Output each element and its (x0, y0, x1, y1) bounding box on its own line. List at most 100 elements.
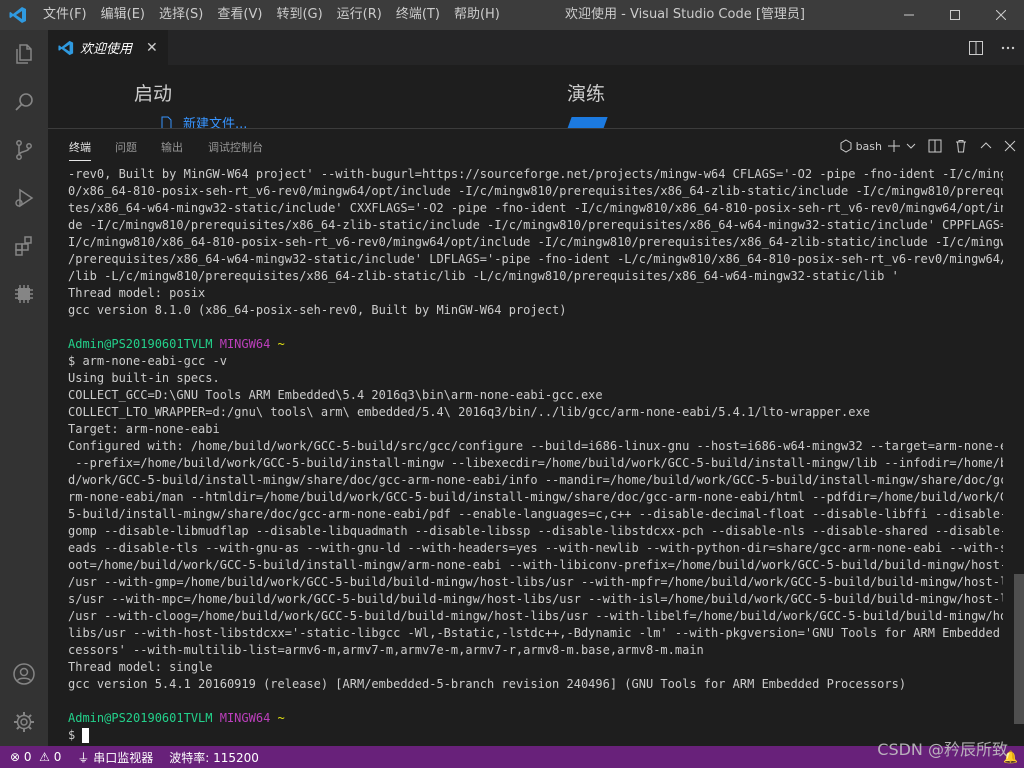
tab-output[interactable]: 输出 (161, 139, 183, 155)
menu-help[interactable]: 帮助(H) (447, 0, 507, 30)
prompt-dir: ~ (277, 711, 285, 725)
terminal-line: cessors' --with-multilib-list=armv6-m,ar… (68, 643, 704, 657)
prompt-host: MINGW64 (219, 337, 271, 351)
terminal-line: oot=/home/build/work/GCC-5-build/install… (68, 558, 1003, 572)
editor-actions (960, 30, 1024, 65)
search-button[interactable] (0, 78, 48, 126)
tab-close-icon[interactable]: ✕ (146, 40, 158, 56)
terminal-line: Admin@PS20190601TVLM MINGW64 ~ (68, 710, 1003, 727)
vscode-logo-icon (0, 0, 36, 30)
prompt-host: MINGW64 (219, 711, 271, 725)
status-bar: ⊗ 0 ⚠ 0 ⏚ 串口监视器 波特率: 115200 🔔 (0, 746, 1024, 768)
terminal-line: COLLECT_GCC=D:\GNU Tools ARM Embedded\5.… (68, 388, 603, 402)
warning-count: 0 (53, 750, 62, 764)
explorer-button[interactable] (0, 30, 48, 78)
run-debug-icon (15, 188, 34, 208)
tab-label: 欢迎使用 (80, 42, 133, 57)
terminal-line: libs/usr --with-host-libstdcxx='-static-… (68, 626, 1003, 640)
terminal-line: /prerequisites/x86_64-w64-mingw32-static… (68, 252, 1003, 266)
chip-button[interactable] (0, 270, 48, 318)
menu-edit[interactable]: 编辑(E) (94, 0, 152, 30)
kill-terminal-button[interactable] (954, 134, 968, 158)
terminal-profile-icon (840, 139, 852, 153)
terminal-line: Using built-in specs. (68, 371, 220, 385)
run-debug-button[interactable] (0, 174, 48, 222)
new-file-link[interactable]: 新建文件... (159, 113, 247, 128)
vscode-tab-icon (58, 40, 74, 55)
maximize-panel-button[interactable] (980, 134, 992, 158)
activity-bar (0, 30, 48, 746)
plus-icon (888, 140, 900, 152)
menu-view[interactable]: 查看(V) (210, 0, 269, 30)
window-title: 欢迎使用 - Visual Studio Code [管理员] (565, 7, 805, 22)
menu-bar: 文件(F) 编辑(E) 选择(S) 查看(V) 转到(G) 运行(R) 终端(T… (36, 0, 507, 30)
terminal-line: Admin@PS20190601TVLM MINGW64 ~ (68, 336, 1003, 353)
tab-welcome[interactable]: 欢迎使用 ✕ (48, 30, 168, 65)
split-editor-button[interactable] (960, 30, 992, 65)
terminal-line: Configured with: /home/build/work/GCC-5-… (68, 439, 1003, 453)
tab-terminal[interactable]: 终端 (69, 139, 91, 161)
terminal-cursor (82, 728, 90, 743)
terminal-dropdown-button[interactable] (906, 134, 916, 158)
new-terminal-button[interactable] (888, 134, 900, 158)
close-icon (996, 10, 1006, 20)
error-count: 0 (23, 750, 32, 764)
shell-name: bash (855, 139, 882, 153)
menu-run[interactable]: 运行(R) (330, 0, 389, 30)
terminal-line: COLLECT_LTO_WRAPPER=d:/gnu\ tools\ arm\ … (68, 405, 870, 419)
terminal-line: gcc version 8.1.0 (x86_64-posix-seh-rev0… (68, 303, 567, 317)
maximize-button[interactable] (932, 0, 978, 30)
terminal-line: /lib -L/c/mingw810/prerequisites/x86_64-… (68, 269, 899, 283)
serial-monitor-status[interactable]: ⏚ 串口监视器 (77, 749, 153, 766)
maximize-icon (950, 10, 960, 20)
baud-rate-status[interactable]: 波特率: 115200 (169, 749, 259, 766)
terminal-line: Thread model: posix (68, 286, 206, 300)
chevron-down-icon (906, 143, 916, 149)
terminal-scrollbar[interactable] (1014, 574, 1024, 724)
plug-icon: ⏚ (77, 750, 90, 765)
terminal-line: eads --disable-tls --with-gnu-as --with-… (68, 541, 1003, 555)
close-window-button[interactable] (978, 0, 1024, 30)
terminal-line: Thread model: single (68, 660, 213, 674)
tab-problems[interactable]: 问题 (115, 139, 137, 155)
start-heading: 启动 (134, 83, 173, 105)
walkthrough-icon (564, 117, 608, 128)
source-control-button[interactable] (0, 126, 48, 174)
welcome-page: 启动 新建文件... 演练 (48, 65, 1024, 128)
terminal-line: rm-none-eabi/man --htmldir=/home/build/w… (68, 490, 1003, 504)
terminal-line: /usr --with-gmp=/home/build/work/GCC-5-b… (68, 575, 1003, 589)
chevron-up-icon (980, 142, 992, 149)
menu-selection[interactable]: 选择(S) (152, 0, 210, 30)
terminal-line: 0/x86_64-810-posix-seh-rt_v6-rev0/mingw6… (68, 184, 1003, 198)
warning-icon: ⚠ (39, 750, 50, 764)
account-button[interactable] (0, 650, 48, 698)
trash-icon (956, 140, 966, 153)
terminal-line: -rev0, Built by MinGW-W64 project' --wit… (68, 167, 1003, 181)
menu-file[interactable]: 文件(F) (36, 0, 94, 30)
terminal-output[interactable]: -rev0, Built by MinGW-W64 project' --wit… (68, 166, 1003, 746)
more-actions-button[interactable] (992, 30, 1024, 65)
tab-debug-console[interactable]: 调试控制台 (208, 139, 263, 155)
window-controls (886, 0, 1024, 30)
prompt-user: Admin@PS20190601TVLM (68, 711, 213, 725)
close-panel-button[interactable] (1004, 134, 1016, 158)
panel-actions: bash (833, 134, 1016, 158)
extensions-icon (15, 236, 32, 256)
problems-status[interactable]: ⊗ 0 ⚠ 0 (10, 750, 61, 764)
terminal-line: I/c/mingw810/x86_64-810-posix-seh-rt_v6-… (68, 235, 1003, 249)
manage-settings-button[interactable] (0, 698, 48, 746)
terminal-selector[interactable]: bash (839, 134, 882, 158)
menu-go[interactable]: 转到(G) (269, 0, 329, 30)
walkthrough-heading: 演练 (567, 83, 606, 105)
terminal-line: $ arm-none-eabi-gcc -v (68, 354, 227, 368)
extensions-button[interactable] (0, 222, 48, 270)
watermark: CSDN @矜辰所致 (877, 740, 1008, 759)
minimize-button[interactable] (886, 0, 932, 30)
terminal-line: $ (68, 727, 1003, 744)
terminal-line: /usr --with-cloog=/home/build/work/GCC-5… (68, 609, 1003, 623)
split-terminal-button[interactable] (928, 134, 942, 158)
menu-terminal[interactable]: 终端(T) (389, 0, 447, 30)
new-file-icon (161, 116, 172, 128)
error-icon: ⊗ (10, 750, 21, 764)
